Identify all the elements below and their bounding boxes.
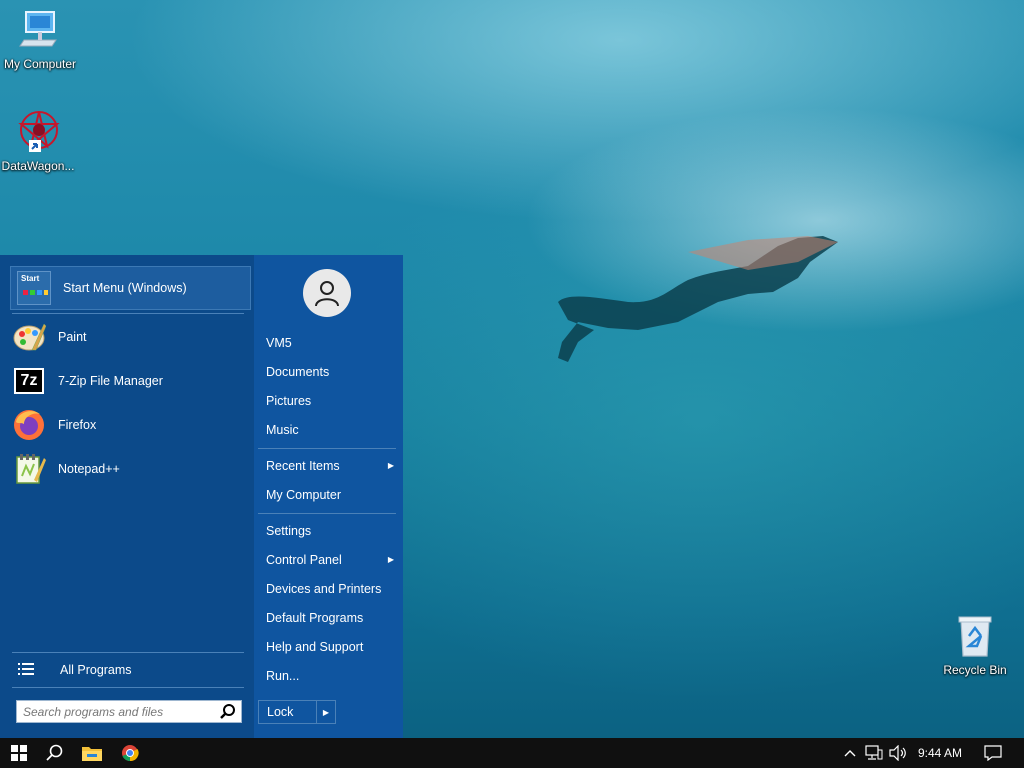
menu-item-help-support[interactable]: Help and Support <box>266 634 394 660</box>
lock-label: Lock <box>267 705 294 719</box>
menu-item-documents[interactable]: Documents <box>266 359 394 385</box>
search-icon <box>46 744 63 761</box>
submenu-arrow-icon: ▶ <box>387 461 394 470</box>
speaker-icon <box>889 745 906 761</box>
program-label: 7-Zip File Manager <box>58 374 163 388</box>
separator <box>12 687 244 688</box>
pinned-label: Start Menu (Windows) <box>63 281 187 295</box>
program-label: Paint <box>58 330 87 344</box>
menu-item-user[interactable]: VM5 <box>266 330 394 356</box>
wallpaper-swimmer <box>558 236 838 362</box>
separator <box>258 448 396 449</box>
all-programs-button[interactable]: All Programs <box>12 655 244 685</box>
network-icon <box>865 745 883 760</box>
start-menu: Start Start Menu (Windows) Paint 7z 7-Zi… <box>0 255 403 738</box>
lock-options-arrow-icon[interactable]: ▶ <box>316 701 335 723</box>
start-icon-text: Start <box>21 274 40 283</box>
program-7zip[interactable]: 7z 7-Zip File Manager <box>12 361 248 401</box>
folder-icon <box>82 747 102 761</box>
taskbar-clock[interactable]: 9:44 AM <box>912 738 968 768</box>
start-menu-left-panel: Start Start Menu (Windows) Paint 7z 7-Zi… <box>0 255 254 738</box>
desktop-icon-recycle-bin[interactable]: Recycle Bin <box>935 614 1015 677</box>
taskbar-file-explorer[interactable] <box>73 738 111 768</box>
desktop-icon-label: My Computer <box>3 57 77 71</box>
menu-item-label: Recent Items <box>266 459 340 473</box>
program-notepadpp[interactable]: Notepad++ <box>12 449 248 489</box>
program-paint[interactable]: Paint <box>12 317 248 357</box>
list-icon <box>18 663 34 675</box>
user-icon <box>315 281 339 307</box>
program-label: Notepad++ <box>58 462 120 476</box>
pinned-start-menu-windows[interactable]: Start Start Menu (Windows) <box>10 266 251 310</box>
menu-item-recent-items[interactable]: Recent Items ▶ <box>266 453 394 479</box>
menu-item-pictures[interactable]: Pictures <box>266 388 394 414</box>
search-box[interactable] <box>16 700 242 723</box>
lock-button[interactable]: Lock ▶ <box>258 700 336 724</box>
tray-volume[interactable] <box>886 738 910 768</box>
firefox-icon <box>12 408 46 442</box>
action-center-button[interactable] <box>978 738 1008 768</box>
menu-item-my-computer[interactable]: My Computer <box>266 482 394 508</box>
taskbar-chrome[interactable] <box>111 738 149 768</box>
start-menu-right-panel: VM5 Documents Pictures Music Recent Item… <box>254 255 403 738</box>
tray-show-hidden-icons[interactable] <box>840 738 860 768</box>
chevron-up-icon <box>844 750 856 757</box>
menu-item-label: Control Panel <box>266 553 342 567</box>
tray-network[interactable] <box>862 738 886 768</box>
submenu-arrow-icon: ▶ <box>387 555 394 564</box>
program-label: Firefox <box>58 418 97 432</box>
notepadpp-icon <box>12 452 46 486</box>
taskbar: 9:44 AM <box>0 738 1024 768</box>
start-menu-windows-icon: Start <box>17 271 51 305</box>
desktop-icon-my-computer[interactable]: My Computer <box>0 8 80 71</box>
desktop-icon-label: DataWagon... <box>1 159 75 173</box>
menu-item-devices-printers[interactable]: Devices and Printers <box>266 576 394 602</box>
recycle-bin-icon <box>958 616 992 657</box>
7zip-icon: 7z <box>12 364 46 398</box>
search-icon[interactable] <box>219 703 237 721</box>
menu-item-music[interactable]: Music <box>266 417 394 443</box>
separator <box>12 652 244 653</box>
start-button[interactable] <box>0 738 38 768</box>
paint-icon <box>12 320 46 354</box>
all-programs-label: All Programs <box>60 663 132 677</box>
separator <box>12 313 244 314</box>
search-input[interactable] <box>17 701 219 722</box>
computer-icon <box>19 11 57 47</box>
datawagon-icon <box>18 111 60 152</box>
menu-item-run[interactable]: Run... <box>266 663 394 689</box>
desktop-icon-label: Recycle Bin <box>943 663 1007 677</box>
menu-item-control-panel[interactable]: Control Panel ▶ <box>266 547 394 573</box>
notification-icon <box>984 745 1002 761</box>
taskbar-search-button[interactable] <box>36 738 74 768</box>
chrome-icon <box>122 745 139 762</box>
7zip-icon-text: 7z <box>16 370 42 392</box>
windows-logo-icon <box>11 745 27 761</box>
separator <box>258 513 396 514</box>
desktop-icon-datawagon[interactable]: DataWagon... <box>0 108 78 173</box>
menu-item-default-programs[interactable]: Default Programs <box>266 605 394 631</box>
program-firefox[interactable]: Firefox <box>12 405 248 445</box>
menu-item-settings[interactable]: Settings <box>266 518 394 544</box>
user-avatar[interactable] <box>303 269 351 317</box>
